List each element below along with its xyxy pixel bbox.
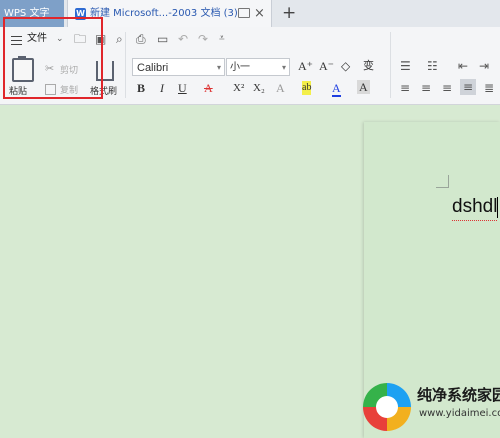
annotation-highlight-box [3,17,103,99]
strikethrough-button[interactable]: A [204,81,213,95]
highlight-button[interactable]: ab [302,81,312,95]
monitor-icon[interactable] [238,8,250,18]
grow-font-button[interactable]: A⁺ [298,59,313,73]
watermark-title: 纯净系统家园 [417,386,500,404]
print-icon[interactable]: ⎙ [136,32,146,46]
decrease-indent-icon[interactable]: ⇤ [458,59,468,73]
distribute-icon[interactable]: ≣ [484,81,494,95]
redo-icon[interactable]: ↷ [198,32,208,46]
find-icon[interactable]: ⌕ [116,32,123,46]
bullet-list-icon[interactable]: ☰ [400,59,411,73]
chevron-down-icon: ▾ [281,63,286,72]
superscript-button[interactable]: X² [233,81,244,95]
divider [125,32,126,98]
shrink-font-button[interactable]: A⁻ [319,59,334,73]
font-size-value: 小一 [230,62,250,73]
align-right-icon[interactable]: ≡ [442,81,452,95]
text-cursor [497,197,498,218]
italic-button[interactable]: I [160,81,164,95]
document-text[interactable]: dshdl [452,194,498,221]
underline-button[interactable]: U [178,81,187,95]
chevron-down-icon: ▾ [216,63,221,72]
bold-button[interactable]: B [137,81,145,95]
document-tab-title: 新建 Microsoft...-2003 文档 (3) [90,8,238,19]
numbered-list-icon[interactable]: ☷ [427,59,438,73]
phonetic-guide-button[interactable]: 变 [363,59,374,73]
justify-icon[interactable]: ≡ [460,79,477,95]
new-tab-button[interactable]: + [282,0,296,27]
subscript-button[interactable]: X₂ [253,81,265,95]
watermark-logo-icon [363,383,411,431]
text-effect-button[interactable]: A [276,81,285,95]
increase-indent-icon[interactable]: ⇥ [479,59,489,73]
margin-corner-mark [436,175,449,188]
character-shading-button[interactable]: A [357,80,370,94]
align-center-icon[interactable]: ≡ [421,81,431,95]
more-icon[interactable]: ⩡ [219,32,225,46]
font-color-button[interactable]: A [332,81,341,97]
undo-icon[interactable]: ↶ [178,32,188,46]
watermark: 纯净系统家园 www.yidaimei.com [355,378,500,438]
font-family-value: Calibri [137,62,169,74]
divider [390,32,391,98]
close-tab-icon[interactable]: × [254,0,265,27]
font-size-select[interactable]: 小一 ▾ [226,58,290,76]
print-preview-icon[interactable]: ▭ [157,32,168,46]
align-left-icon[interactable]: ≡ [400,81,410,95]
clear-format-icon[interactable]: ◇ [341,59,350,73]
watermark-url: www.yidaimei.com [419,408,500,419]
font-family-select[interactable]: Calibri ▾ [132,58,225,76]
